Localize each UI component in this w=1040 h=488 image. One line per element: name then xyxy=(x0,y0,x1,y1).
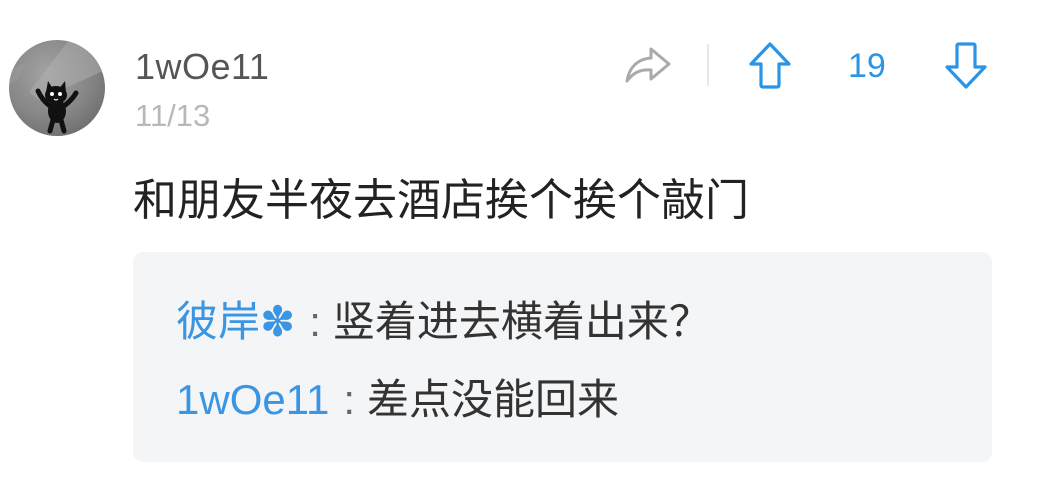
reply-separator: : xyxy=(309,298,321,345)
reply-separator: : xyxy=(343,376,355,423)
reply-preview-box[interactable]: 彼岸✽: 竖着进去横着出来？ 1wOe11: 差点没能回来 xyxy=(133,252,992,462)
reply-item[interactable]: 彼岸✽: 竖着进去横着出来？ xyxy=(176,296,711,348)
arrow-up-icon xyxy=(749,42,791,89)
comment-body: 和朋友半夜去酒店挨个挨个敲门 xyxy=(133,176,749,225)
black-cat-avatar-icon xyxy=(9,40,105,136)
action-divider xyxy=(707,44,709,86)
vote-count: 19 xyxy=(848,47,886,85)
reply-text: 竖着进去横着出来？ xyxy=(332,298,711,345)
comment-date: 11/13 xyxy=(135,98,211,133)
share-button[interactable] xyxy=(624,44,672,86)
upvote-button[interactable] xyxy=(748,41,792,89)
reply-author[interactable]: 彼岸✽ xyxy=(176,298,295,345)
comment-card: 1wOe11 11/13 19 和朋友半夜去酒店挨个挨个敲门 彼岸✽: 竖着进去横… xyxy=(0,0,1040,488)
comment-author[interactable]: 1wOe11 xyxy=(135,44,269,90)
downvote-button[interactable] xyxy=(944,41,988,89)
reply-item[interactable]: 1wOe11: 差点没能回来 xyxy=(176,374,619,426)
reply-text: 差点没能回来 xyxy=(367,376,620,423)
reply-author[interactable]: 1wOe11 xyxy=(176,376,329,423)
arrow-down-icon xyxy=(945,42,987,89)
share-icon xyxy=(625,47,671,83)
avatar[interactable] xyxy=(9,40,105,136)
